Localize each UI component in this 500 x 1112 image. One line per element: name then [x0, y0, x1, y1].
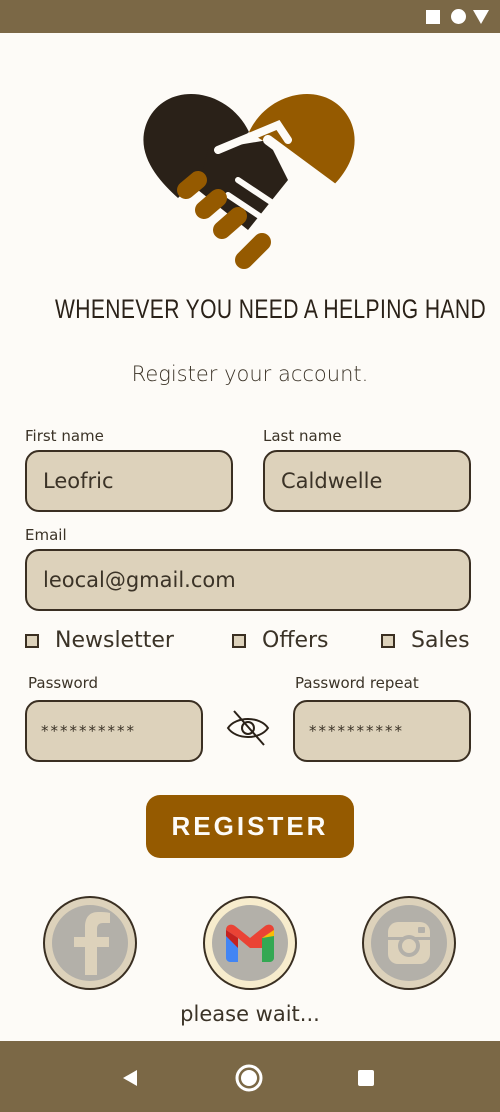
status-bar — [0, 0, 500, 33]
sales-checkbox[interactable]: Sales — [381, 628, 470, 653]
home-button[interactable] — [229, 1058, 269, 1098]
instagram-icon — [371, 905, 447, 981]
triangle-status-icon — [473, 10, 489, 24]
last-name-field[interactable]: Caldwelle — [263, 450, 471, 512]
first-name-label: First name — [25, 427, 104, 445]
password-repeat-field[interactable]: ********** — [293, 700, 471, 762]
checkbox-box[interactable] — [25, 633, 39, 648]
email-field[interactable]: leocal@gmail.com — [25, 549, 471, 611]
checkbox-label: Sales — [411, 628, 470, 653]
checkbox-label: Newsletter — [55, 628, 174, 653]
status-message: please wait... — [180, 1002, 320, 1026]
recents-button[interactable] — [346, 1058, 386, 1098]
eye-off-icon[interactable] — [226, 708, 270, 748]
last-name-label: Last name — [263, 427, 342, 445]
page-subtitle: Register your account. — [131, 362, 369, 386]
back-icon — [123, 1070, 137, 1086]
recents-icon — [358, 1070, 374, 1086]
password-repeat-label: Password repeat — [295, 674, 419, 692]
password-field[interactable]: ********** — [25, 700, 203, 762]
email-label: Email — [25, 526, 67, 544]
first-name-field[interactable]: Leofric — [25, 450, 233, 512]
register-button[interactable]: REGISTER — [146, 795, 354, 858]
back-button[interactable] — [110, 1058, 150, 1098]
checkbox-box[interactable] — [381, 633, 395, 648]
navigation-bar — [0, 1041, 500, 1112]
offers-checkbox[interactable]: Offers — [232, 628, 329, 653]
home-icon — [235, 1064, 263, 1092]
circle-status-icon — [451, 9, 466, 24]
facebook-icon — [52, 905, 128, 981]
tagline: WHENEVER YOU NEED A HELPING HAND — [55, 294, 487, 324]
facebook-button[interactable] — [43, 896, 137, 990]
instagram-button[interactable] — [362, 896, 456, 990]
checkbox-label: Offers — [262, 628, 329, 653]
password-label: Password — [28, 674, 99, 692]
gmail-button[interactable] — [203, 896, 297, 990]
gmail-icon — [212, 905, 288, 981]
square-status-icon — [426, 10, 440, 24]
newsletter-checkbox[interactable]: Newsletter — [25, 628, 174, 653]
handshake-heart-logo — [143, 94, 355, 280]
checkbox-box[interactable] — [232, 633, 246, 648]
